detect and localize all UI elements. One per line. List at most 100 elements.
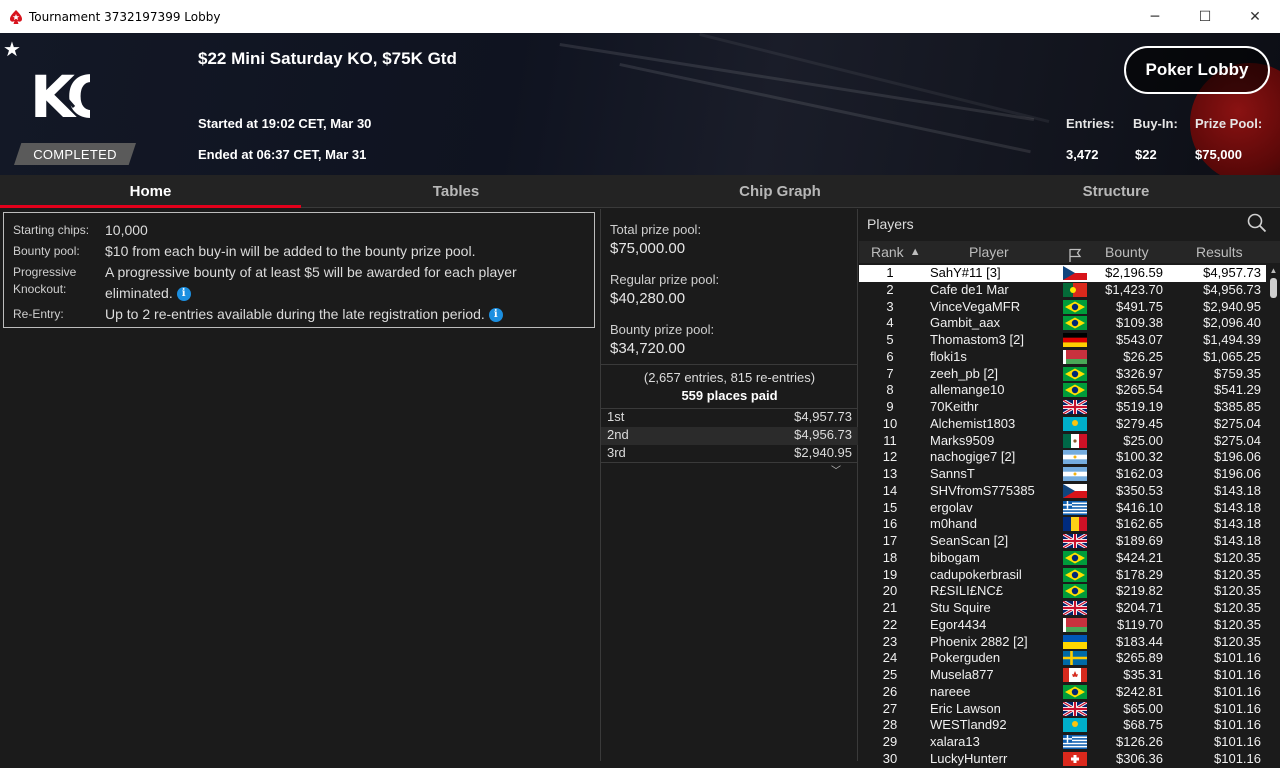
rank-column-header[interactable]: Rank ▲ [871,241,921,263]
player-row[interactable]: 19 cadupokerbrasil $178.29 $120.35 [859,567,1266,584]
player-bounty: $109.38 [1116,315,1163,331]
player-row[interactable]: 16 m0hand $162.65 $143.18 [859,516,1266,533]
player-result: $541.29 [1214,382,1261,398]
players-panel: Players Rank ▲ Player Bounty Results 1 Sa… [859,209,1280,766]
payout-list: 1st $4,957.73 2nd $4,956.73 3rd $2,940.9… [601,409,858,463]
scroll-thumb[interactable] [1270,278,1277,298]
player-bounty: $424.21 [1116,549,1163,565]
player-bounty: $126.26 [1116,734,1163,749]
results-column-header[interactable]: Results [1196,241,1243,263]
reentry-label: Re-Entry: [13,307,64,321]
player-row[interactable]: 21 Stu Squire $204.71 $120.35 [859,600,1266,617]
player-rank: 7 [886,365,894,381]
payout-amount: $2,940.95 [794,445,852,460]
player-name: Marks9509 [930,432,995,448]
player-result: $196.06 [1214,466,1261,481]
player-row[interactable]: 30 LuckyHunterr $306.36 $101.16 [859,751,1266,768]
tab-tables[interactable]: Tables [306,175,606,208]
knockout-label: Knockout: [13,282,67,296]
player-row[interactable]: 24 Pokerguden $265.89 $101.16 [859,650,1266,667]
player-result: $120.35 [1214,600,1261,615]
progressive-label: Progressive [13,265,77,279]
player-row[interactable]: 6 floki1s $26.25 $1,065.25 [859,349,1266,366]
br-flag-icon [1063,684,1087,699]
player-result: $275.04 [1214,432,1261,448]
mx-flag-icon [1063,433,1087,448]
player-row[interactable]: 17 SeanScan [2] $189.69 $143.18 [859,533,1266,550]
ko-logo: KO [30,63,90,125]
svg-text:KO: KO [30,63,90,125]
chevron-down-icon[interactable]: ﹀ [831,462,841,477]
player-row[interactable]: 27 Eric Lawson $65.00 $101.16 [859,701,1266,718]
payout-row: 3rd $2,940.95 [601,445,858,463]
player-row[interactable]: 15 ergolav $416.10 $143.18 [859,500,1266,517]
player-row[interactable]: 5 Thomastom3 [2] $543.07 $1,494.39 [859,332,1266,349]
player-name: Stu Squire [930,600,991,615]
player-row[interactable]: 7 zeeh_pb [2] $326.97 $759.35 [859,366,1266,383]
search-icon[interactable] [1247,213,1267,233]
info-icon[interactable]: i [176,287,191,302]
player-row[interactable]: 8 allemange10 $265.54 $541.29 [859,382,1266,399]
player-bounty: $178.29 [1116,566,1163,582]
minimize-button[interactable]: ─ [1130,0,1180,33]
player-column-header[interactable]: Player [969,241,1009,263]
player-name: SahY#11 [3] [930,265,1001,280]
places-paid: 559 places paid [681,388,778,403]
player-row[interactable]: 10 Alchemist1803 $279.45 $275.04 [859,416,1266,433]
maximize-button[interactable]: ☐ [1180,0,1230,33]
player-row[interactable]: 2 Cafe de1 Mar $1,423.70 $4,956.73 [859,282,1266,299]
tab-chip-graph[interactable]: Chip Graph [630,175,930,208]
bounty-column-header[interactable]: Bounty [1105,241,1149,263]
player-name: allemange10 [930,382,1005,398]
favorite-star-icon[interactable]: ★ [3,37,21,62]
player-row[interactable]: 3 VinceVegaMFR $491.75 $2,940.95 [859,299,1266,316]
player-result: $2,096.40 [1203,315,1261,331]
player-result: $101.16 [1214,700,1261,716]
player-row[interactable]: 29 xalara13 $126.26 $101.16 [859,734,1266,751]
player-result: $143.18 [1214,482,1261,498]
player-row[interactable]: 23 Phoenix 2882 [2] $183.44 $120.35 [859,634,1266,651]
player-result: $120.35 [1214,549,1261,565]
pt-flag-icon [1063,282,1087,297]
player-row[interactable]: 9 70Keithr $519.19 $385.85 [859,399,1266,416]
cz-flag-icon [1063,483,1087,498]
player-name: ergolav [930,499,973,515]
de-flag-icon [1063,333,1087,347]
player-row[interactable]: 1 SahY#11 [3] $2,196.59 $4,957.73 [859,265,1266,282]
player-rank: 22 [882,616,898,632]
player-row[interactable]: 11 Marks9509 $25.00 $275.04 [859,433,1266,450]
player-row[interactable]: 12 nachogige7 [2] $100.32 $196.06 [859,449,1266,466]
scroll-up-arrow[interactable]: ▲ [1267,266,1280,276]
flag-column-header[interactable] [1067,244,1083,266]
ch-flag-icon [1063,751,1087,766]
scrollbar[interactable]: ▲ [1267,266,1280,761]
tab-structure[interactable]: Structure [966,175,1266,208]
close-button[interactable]: ✕ [1230,0,1280,33]
player-result: $101.16 [1214,734,1261,749]
player-bounty: $265.54 [1116,382,1163,398]
player-row[interactable]: 13 SannsT $162.03 $196.06 [859,466,1266,483]
player-row[interactable]: 25 Musela877 $35.31 $101.16 [859,667,1266,684]
entries-value: 3,472 [1066,147,1099,162]
bounty-prize-value: $34,720.00 [610,340,686,357]
ar-flag-icon [1063,467,1087,481]
player-result: $1,065.25 [1203,348,1261,364]
gb-flag-icon [1063,400,1087,414]
prizepool-value: $75,000 [1195,147,1242,162]
player-row[interactable]: 18 bibogam $424.21 $120.35 [859,550,1266,567]
player-row[interactable]: 20 R£SILI£NC£ $219.82 $120.35 [859,583,1266,600]
player-result: $101.16 [1214,750,1261,766]
player-row[interactable]: 4 Gambit_aax $109.38 $2,096.40 [859,315,1266,332]
player-rank: 26 [882,683,898,699]
player-row[interactable]: 26 nareee $242.81 $101.16 [859,684,1266,701]
info-icon[interactable]: i [488,308,503,323]
player-row[interactable]: 28 WESTland92 $68.75 $101.16 [859,717,1266,734]
prize-pool-panel: Total prize pool: $75,000.00 Regular pri… [600,209,858,761]
player-name: m0hand [930,516,977,532]
player-rank: 15 [882,499,898,515]
player-row[interactable]: 14 SHVfromS775385 $350.53 $143.18 [859,483,1266,500]
reentry-value-line: Up to 2 re-entries available during the … [105,304,503,325]
player-row[interactable]: 22 Egor4434 $119.70 $120.35 [859,617,1266,634]
poker-lobby-button[interactable]: Poker Lobby [1124,46,1270,94]
tab-home[interactable]: Home [0,175,301,208]
